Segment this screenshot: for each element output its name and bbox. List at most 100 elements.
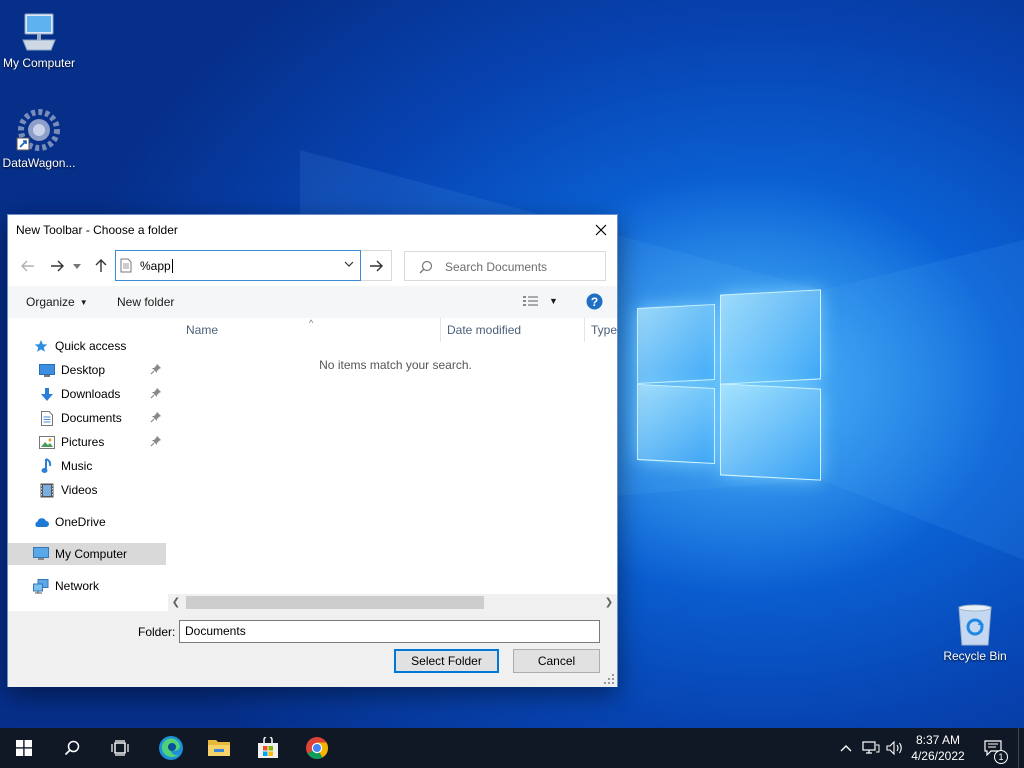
nav-item-label: Music: [61, 459, 93, 473]
folder-field-value: Documents: [185, 624, 246, 638]
empty-message: No items match your search.: [319, 358, 472, 372]
volume-tray-button[interactable]: [884, 728, 906, 768]
organize-button[interactable]: Organize ▼: [26, 295, 88, 309]
help-button[interactable]: ?: [586, 293, 603, 310]
column-header-type[interactable]: Type: [591, 318, 617, 342]
column-header-label: Type: [591, 323, 617, 337]
nav-item-documents[interactable]: Documents: [8, 407, 166, 429]
resize-grip-icon[interactable]: [604, 674, 614, 684]
horizontal-scrollbar[interactable]: ❮ ❯: [168, 594, 617, 611]
pin-icon: [150, 387, 162, 402]
nav-item-network[interactable]: Network: [8, 575, 166, 597]
nav-item-quick-access[interactable]: Quick access: [8, 335, 166, 357]
search-box[interactable]: Search Documents: [404, 251, 606, 281]
forward-button[interactable]: [48, 258, 66, 274]
file-explorer-taskbar-button[interactable]: [195, 728, 243, 768]
pin-icon: [150, 435, 162, 450]
desktop-icon-label: Recycle Bin: [943, 649, 1007, 663]
desktop-icon-datawagon[interactable]: DataWagon...: [0, 106, 81, 170]
network-tray-button[interactable]: [860, 728, 882, 768]
close-button[interactable]: [585, 215, 617, 245]
start-button[interactable]: [0, 728, 48, 768]
desktop-icon-label: My Computer: [2, 56, 76, 70]
nav-item-label: Downloads: [61, 387, 121, 401]
view-options-button[interactable]: ▼: [522, 295, 558, 307]
column-header-date-modified[interactable]: Date modified: [447, 318, 587, 342]
column-divider[interactable]: [584, 318, 585, 342]
choose-folder-dialog: New Toolbar - Choose a folder %app Searc…: [7, 214, 618, 687]
desktop-icon-my-computer[interactable]: My Computer: [0, 10, 81, 70]
nav-item-videos[interactable]: Videos: [8, 479, 166, 501]
nav-item-pictures[interactable]: Pictures: [8, 431, 166, 453]
scroll-left-icon[interactable]: ❮: [168, 594, 184, 611]
command-bar: Organize ▼ New folder ▼ ?: [8, 286, 617, 318]
pin-icon: [150, 411, 162, 426]
computer-icon: [33, 546, 49, 562]
search-taskbar-button[interactable]: [48, 728, 96, 768]
cancel-button[interactable]: Cancel: [513, 649, 600, 673]
nav-item-label: Videos: [61, 483, 98, 497]
dialog-footer: Folder: Documents Select Folder Cancel: [8, 611, 617, 687]
recycle-bin-icon: [958, 604, 992, 646]
go-arrow-icon: [370, 260, 383, 271]
chevron-down-icon: ▼: [79, 297, 88, 307]
show-desktop-button[interactable]: [1018, 728, 1024, 768]
music-icon: [39, 458, 55, 474]
clock-button[interactable]: 8:37 AM 4/26/2022: [905, 732, 971, 764]
folder-label: Folder:: [138, 625, 176, 639]
documents-icon: [39, 410, 55, 426]
store-taskbar-button[interactable]: [244, 728, 292, 768]
downloads-icon: [39, 386, 55, 402]
taskbar: 8:37 AM 4/26/2022 1: [0, 728, 1024, 768]
nav-item-label: Quick access: [55, 339, 127, 353]
column-header-label: Date modified: [447, 323, 522, 337]
column-header-label: Name: [186, 323, 219, 337]
up-button[interactable]: [92, 258, 110, 274]
nav-item-onedrive[interactable]: OneDrive: [8, 511, 166, 533]
organize-label: Organize: [26, 295, 75, 309]
nav-item-desktop[interactable]: Desktop: [8, 359, 166, 381]
text-caret: [171, 259, 173, 273]
show-hidden-icons-button[interactable]: [836, 728, 856, 768]
scroll-right-icon[interactable]: ❯: [601, 594, 617, 611]
nav-item-downloads[interactable]: Downloads: [8, 383, 166, 405]
file-explorer-icon: [208, 740, 230, 756]
new-folder-label: New folder: [117, 295, 175, 309]
nav-item-label: Documents: [61, 411, 122, 425]
notification-count-badge: 1: [994, 750, 1008, 764]
nav-item-label: Network: [55, 579, 100, 593]
chevron-down-icon: ▼: [549, 296, 558, 306]
desktop-icon-recycle-bin[interactable]: Recycle Bin: [933, 603, 1017, 663]
folder-field[interactable]: Documents: [179, 620, 600, 643]
new-folder-button[interactable]: New folder: [117, 295, 174, 309]
dialog-titlebar[interactable]: New Toolbar - Choose a folder: [8, 215, 617, 245]
column-header-name[interactable]: Name: [186, 318, 446, 342]
scrollbar-thumb[interactable]: [186, 596, 484, 609]
chevron-down-icon[interactable]: [344, 261, 354, 267]
star-icon: [33, 338, 49, 354]
address-input[interactable]: %app: [140, 259, 173, 273]
search-icon: [64, 740, 80, 756]
select-folder-button[interactable]: Select Folder: [394, 649, 499, 673]
edge-taskbar-button[interactable]: [147, 728, 195, 768]
cancel-label: Cancel: [537, 654, 576, 668]
task-view-icon: [111, 740, 129, 756]
file-list-view: ^ Name Date modified Type No items match…: [174, 318, 617, 610]
nav-item-my-computer[interactable]: My Computer: [8, 543, 166, 565]
task-view-button[interactable]: [96, 728, 144, 768]
go-button[interactable]: [361, 250, 392, 281]
address-bar[interactable]: %app: [115, 250, 361, 281]
clock-time: 8:37 AM: [915, 733, 961, 747]
column-divider[interactable]: [440, 318, 441, 342]
dialog-title: New Toolbar - Choose a folder: [16, 223, 178, 237]
recent-locations-button[interactable]: [71, 258, 83, 274]
desktop-icon: [39, 362, 55, 378]
nav-item-label: Desktop: [61, 363, 106, 377]
chrome-taskbar-button[interactable]: [293, 728, 341, 768]
pictures-icon: [39, 434, 55, 450]
select-folder-label: Select Folder: [411, 654, 482, 668]
nav-item-music[interactable]: Music: [8, 455, 166, 477]
back-button[interactable]: [19, 258, 37, 274]
search-icon: [419, 260, 433, 274]
svg-text:?: ?: [591, 295, 598, 309]
